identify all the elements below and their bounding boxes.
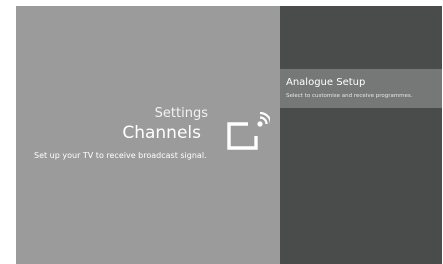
breadcrumb: Settings [154, 106, 208, 121]
channels-antenna-icon [227, 112, 270, 150]
page-description: Set up your TV to receive broadcast sign… [34, 151, 207, 160]
tv-settings-screen: Settings Channels Set up your TV to rece… [16, 6, 442, 264]
menu-item-analogue-setup[interactable]: Analogue Setup Select to customise and r… [280, 69, 442, 108]
menu-item-description: Select to customise and receive programm… [286, 93, 413, 99]
menu-item-label: Analogue Setup [286, 77, 366, 88]
settings-info-panel: Settings Channels Set up your TV to rece… [16, 6, 280, 264]
page-title: Channels [122, 123, 201, 143]
settings-menu-panel: Analogue Setup Select to customise and r… [280, 6, 442, 264]
